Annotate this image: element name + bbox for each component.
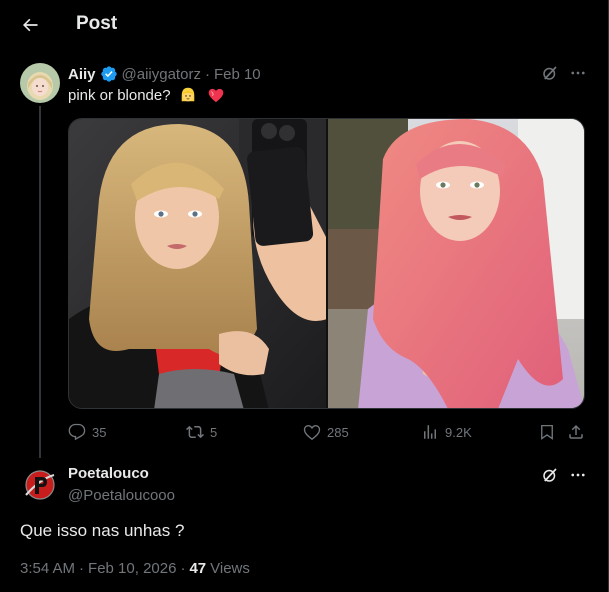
repost-icon	[186, 425, 204, 439]
post-meta: Aiiy @aiiygatorz · Feb 10	[68, 64, 261, 84]
red-heart-emoji-icon	[207, 86, 225, 104]
author-handle[interactable]: @aiiygatorz	[122, 66, 201, 83]
post-media-grid	[68, 118, 585, 409]
back-button[interactable]	[14, 10, 46, 40]
verified-badge-icon	[100, 65, 118, 83]
page-title: Post	[76, 13, 118, 34]
meta-separator: ·	[204, 65, 210, 83]
pink-hair-selfie-photo[interactable]	[328, 119, 584, 408]
like-action[interactable]: 285	[303, 422, 349, 442]
footer-separator: ·	[79, 560, 85, 577]
post-text: pink or blonde?	[68, 86, 225, 104]
more-options-icon[interactable]	[569, 466, 587, 484]
reply-date[interactable]: Feb 10, 2026	[88, 560, 176, 577]
grok-icon[interactable]	[541, 466, 559, 484]
blonde-person-emoji-icon	[179, 86, 197, 104]
post-date[interactable]: Feb 10	[214, 66, 261, 83]
repost-count: 5	[210, 424, 218, 440]
grok-icon[interactable]	[541, 64, 559, 82]
reply-icon	[68, 423, 86, 441]
share-icon	[569, 424, 583, 439]
reply-author-handle[interactable]: @Poetaloucooo	[68, 487, 175, 504]
post-top-actions	[541, 64, 587, 82]
post-text-content: pink or blonde?	[68, 86, 171, 104]
bookmark-action[interactable]	[538, 422, 556, 442]
bookmark-icon	[541, 424, 553, 440]
page-header: Post	[0, 0, 608, 50]
footer-separator: ·	[180, 560, 186, 577]
thread-line	[39, 106, 41, 458]
reply-action[interactable]: 35	[68, 422, 106, 442]
reply-views-count: 47	[189, 560, 207, 577]
repost-action[interactable]: 5	[186, 422, 217, 442]
views-action[interactable]: 9.2K	[421, 422, 472, 442]
reply-time[interactable]: 3:54 AM	[20, 560, 75, 577]
more-options-icon[interactable]	[569, 64, 587, 82]
reply-author-name[interactable]: Poetalouco	[68, 465, 149, 482]
avatar[interactable]	[20, 63, 60, 103]
blonde-selfie-photo[interactable]	[69, 119, 326, 408]
avatar[interactable]	[20, 465, 60, 505]
analytics-icon	[424, 425, 436, 439]
like-count: 285	[327, 424, 349, 440]
author-name[interactable]: Aiiy	[68, 66, 96, 83]
reply-text: Que isso nas unhas ?	[20, 521, 185, 540]
reply-count: 35	[92, 424, 107, 440]
heart-icon	[303, 425, 321, 441]
share-action[interactable]	[567, 422, 585, 442]
reply-views-label: Views	[210, 560, 250, 577]
reply-footer: 3:54 AM · Feb 10, 2026 · 47 Views	[20, 560, 250, 577]
reply-top-actions	[541, 466, 587, 484]
post-detail-page: Post Aiiy @aiiygatorz · Feb 10 pink or b…	[0, 0, 609, 592]
views-count: 9.2K	[445, 424, 472, 440]
arrow-left-icon	[23, 18, 38, 32]
